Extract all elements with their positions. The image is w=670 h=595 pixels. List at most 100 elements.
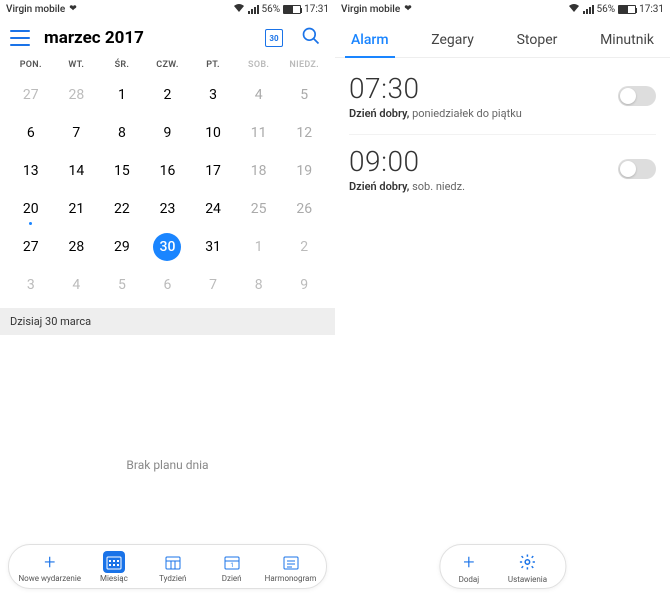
calendar-day[interactable]: 11 bbox=[236, 114, 282, 152]
heart-icon: ❤ bbox=[404, 4, 412, 14]
alarm-time: 09:00 bbox=[349, 145, 618, 178]
tab-alarm[interactable]: Alarm bbox=[349, 26, 391, 58]
bottom-bar-item[interactable]: 1Dzień bbox=[206, 551, 258, 584]
day-number: 10 bbox=[199, 119, 227, 147]
calendar-day[interactable]: 8 bbox=[236, 266, 282, 304]
event-dot-icon bbox=[29, 222, 32, 225]
calendar-day[interactable]: 14 bbox=[54, 152, 100, 190]
add-alarm-button[interactable]: + Dodaj bbox=[458, 551, 480, 584]
calendar-day[interactable]: 22 bbox=[99, 190, 145, 228]
calendar-day[interactable]: 2 bbox=[145, 76, 191, 114]
calendar-day[interactable]: 17 bbox=[190, 152, 236, 190]
agenda-icon bbox=[280, 551, 302, 573]
tab-zegary[interactable]: Zegary bbox=[429, 26, 476, 58]
calendar-day[interactable]: 28 bbox=[54, 76, 100, 114]
carrier-label: Virgin mobile bbox=[6, 4, 65, 15]
day-header: WT. bbox=[54, 60, 100, 70]
calendar-day[interactable]: 19 bbox=[281, 152, 327, 190]
bottom-bar-label: Miesiąc bbox=[100, 575, 128, 584]
carrier-label: Virgin mobile bbox=[341, 4, 400, 15]
bottom-bar-item[interactable]: Harmonogram bbox=[265, 551, 317, 584]
day-header: NIEDZ. bbox=[281, 60, 327, 70]
calendar-day[interactable]: 5 bbox=[99, 266, 145, 304]
day-number: 24 bbox=[199, 195, 227, 223]
calendar-day[interactable]: 31 bbox=[190, 228, 236, 266]
day-number: 7 bbox=[62, 119, 90, 147]
calendar-day[interactable]: 7 bbox=[54, 114, 100, 152]
alarm-item[interactable]: 07:30Dzień dobry, poniedziałek do piątku bbox=[349, 62, 656, 135]
calendar-day[interactable]: 6 bbox=[145, 266, 191, 304]
tab-stoper[interactable]: Stoper bbox=[515, 26, 560, 58]
calendar-day[interactable]: 26 bbox=[281, 190, 327, 228]
calendar-day[interactable]: 9 bbox=[145, 114, 191, 152]
calendar-day[interactable]: 21 bbox=[54, 190, 100, 228]
calendar-day[interactable]: 30 bbox=[145, 228, 191, 266]
calendar-day[interactable]: 8 bbox=[99, 114, 145, 152]
battery-icon bbox=[618, 5, 636, 14]
day-number: 28 bbox=[62, 81, 90, 109]
add-label: Dodaj bbox=[459, 575, 480, 584]
calendar-day[interactable]: 28 bbox=[54, 228, 100, 266]
day-number: 27 bbox=[17, 233, 45, 261]
calendar-day[interactable]: 16 bbox=[145, 152, 191, 190]
alarm-toggle[interactable] bbox=[618, 159, 656, 179]
calendar-day[interactable]: 3 bbox=[190, 76, 236, 114]
alarm-toggle[interactable] bbox=[618, 86, 656, 106]
day-number: 26 bbox=[290, 195, 318, 223]
day-icon: 1 bbox=[221, 551, 243, 573]
month-title[interactable]: marzec 2017 bbox=[44, 28, 265, 48]
week-icon bbox=[162, 551, 184, 573]
day-number: 8 bbox=[245, 271, 273, 299]
calendar-day[interactable]: 15 bbox=[99, 152, 145, 190]
calendar-day[interactable]: 3 bbox=[8, 266, 54, 304]
bottom-bar-label: Nowe wydarzenie bbox=[18, 575, 81, 584]
calendar-day[interactable]: 1 bbox=[236, 228, 282, 266]
day-header: ŚR. bbox=[99, 60, 145, 70]
bottom-bar-item[interactable]: Miesiąc bbox=[88, 551, 140, 584]
day-number: 1 bbox=[108, 81, 136, 109]
search-icon[interactable] bbox=[301, 26, 321, 50]
plus-icon: + bbox=[463, 552, 474, 572]
bottom-bar-item[interactable]: +Nowe wydarzenie bbox=[18, 551, 81, 584]
calendar-day[interactable]: 24 bbox=[190, 190, 236, 228]
alarm-item[interactable]: 09:00Dzień dobry, sob. niedz. bbox=[349, 135, 656, 207]
settings-button[interactable]: Ustawienia bbox=[508, 551, 547, 584]
svg-text:1: 1 bbox=[230, 562, 233, 569]
calendar-day[interactable]: 18 bbox=[236, 152, 282, 190]
calendar-day[interactable]: 9 bbox=[281, 266, 327, 304]
calendar-day[interactable]: 5 bbox=[281, 76, 327, 114]
calendar-day[interactable]: 1 bbox=[99, 76, 145, 114]
tab-minutnik[interactable]: Minutnik bbox=[598, 26, 656, 58]
day-number: 8 bbox=[108, 119, 136, 147]
calendar-day[interactable]: 23 bbox=[145, 190, 191, 228]
calendar-day[interactable]: 27 bbox=[8, 228, 54, 266]
calendar-day[interactable]: 10 bbox=[190, 114, 236, 152]
calendar-day[interactable]: 25 bbox=[236, 190, 282, 228]
today-row[interactable]: Dzisiaj 30 marca bbox=[0, 308, 335, 335]
day-number: 13 bbox=[17, 157, 45, 185]
day-number: 5 bbox=[290, 81, 318, 109]
alarm-list: 07:30Dzień dobry, poniedziałek do piątku… bbox=[335, 58, 670, 211]
today-icon[interactable]: 30 bbox=[265, 29, 283, 47]
calendar-day[interactable]: 2 bbox=[281, 228, 327, 266]
calendar-day[interactable]: 4 bbox=[236, 76, 282, 114]
calendar-day[interactable]: 27 bbox=[8, 76, 54, 114]
bottom-bar-item[interactable]: Tydzień bbox=[147, 551, 199, 584]
calendar-day[interactable]: 13 bbox=[8, 152, 54, 190]
calendar-day[interactable]: 12 bbox=[281, 114, 327, 152]
calendar-day[interactable]: 29 bbox=[99, 228, 145, 266]
day-number: 15 bbox=[108, 157, 136, 185]
day-number: 4 bbox=[245, 81, 273, 109]
day-headers: PON.WT.ŚR.CZW.PT.SOB.NIEDZ. bbox=[0, 56, 335, 76]
calendar-day[interactable]: 7 bbox=[190, 266, 236, 304]
day-number: 3 bbox=[17, 271, 45, 299]
day-number: 16 bbox=[153, 157, 181, 185]
calendar-day[interactable]: 6 bbox=[8, 114, 54, 152]
menu-icon[interactable] bbox=[10, 30, 30, 46]
day-number: 6 bbox=[17, 119, 45, 147]
bottom-bar-label: Harmonogram bbox=[265, 575, 317, 584]
clock-screen: Virgin mobile❤ 56% 17:31 AlarmZegaryStop… bbox=[335, 0, 670, 595]
calendar-day[interactable]: 20 bbox=[8, 190, 54, 228]
calendar-day[interactable]: 4 bbox=[54, 266, 100, 304]
alarm-time: 07:30 bbox=[349, 72, 618, 105]
